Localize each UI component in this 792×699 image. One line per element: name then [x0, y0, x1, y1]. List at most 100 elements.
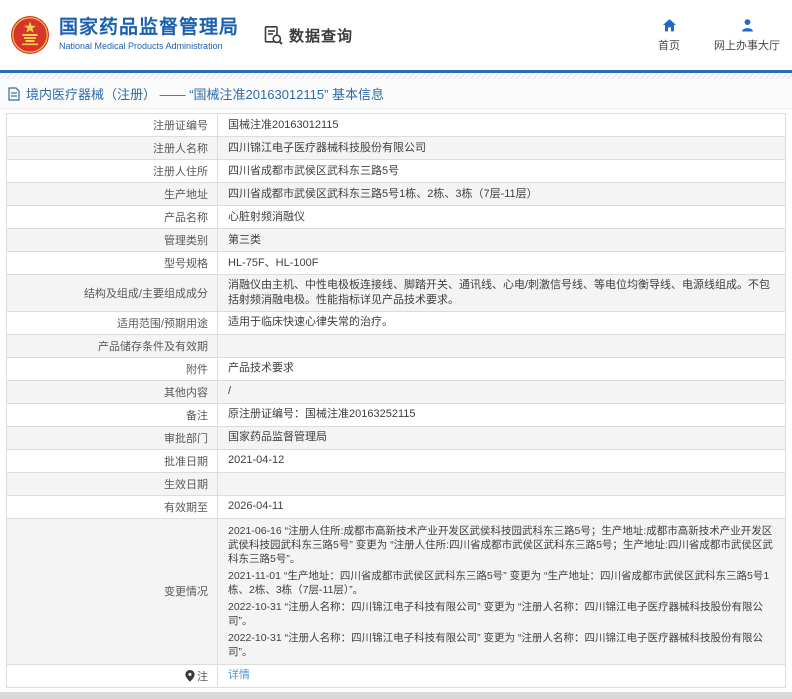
row-value: / [218, 381, 785, 403]
row-value [218, 473, 785, 495]
change-entry: 2022-10-31 “注册人名称：四川锦江电子科技有限公司” 变更为 “注册人… [228, 600, 777, 628]
document-icon [8, 87, 20, 101]
nav-service-hall[interactable]: 网上办事大厅 [714, 18, 780, 53]
row-value: 原注册证编号：国械注准20163252115 [218, 404, 785, 426]
table-row: 产品名称心脏射频消融仪 [7, 205, 785, 228]
row-label-text: 型号规格 [164, 255, 208, 271]
person-icon [740, 18, 755, 33]
table-row: 审批部门国家药品监督管理局 [7, 426, 785, 449]
row-value: 2026-04-11 [218, 496, 785, 518]
table-row: 注册证编号国械注准20163012115 [7, 114, 785, 136]
row-label-text: 注册人住所 [153, 163, 208, 179]
agency-subtitle: National Medical Products Administration [59, 42, 239, 52]
row-label-text: 备注 [186, 407, 208, 423]
row-label: 结构及组成/主要组成成分 [7, 275, 218, 311]
table-row: 生产地址四川省成都市武侯区武科东三路5号1栋、2栋、3栋（7层-11层） [7, 182, 785, 205]
row-label-text: 附件 [186, 361, 208, 377]
row-value [218, 335, 785, 357]
table-row: 其他内容 / [7, 380, 785, 403]
nav-home[interactable]: 首页 [658, 18, 680, 53]
row-label-text: 有效期至 [164, 499, 208, 515]
row-label-text: 批准日期 [164, 453, 208, 469]
row-label: 产品储存条件及有效期 [7, 335, 218, 357]
agency-text: 国家药品监督管理局 National Medical Products Admi… [59, 18, 239, 52]
row-value: 2021-06-16 “注册人住所:成都市高新技术产业开发区武侯科技园武科东三路… [218, 519, 785, 664]
row-label: 注册证编号 [7, 114, 218, 136]
nav-service-hall-label: 网上办事大厅 [714, 37, 780, 53]
table-row: 管理类别第三类 [7, 228, 785, 251]
row-value: 详情 [218, 665, 785, 687]
row-label-text: 产品储存条件及有效期 [98, 338, 208, 354]
row-label: 附件 [7, 358, 218, 380]
data-query-label: 数据查询 [289, 25, 353, 46]
change-entry: 2021-06-16 “注册人住所:成都市高新技术产业开发区武侯科技园武科东三路… [228, 524, 777, 566]
table-row: 变更情况 2021-06-16 “注册人住所:成都市高新技术产业开发区武侯科技园武… [7, 518, 785, 664]
row-label: 审批部门 [7, 427, 218, 449]
row-label: 注册人名称 [7, 137, 218, 159]
row-label: 生产地址 [7, 183, 218, 205]
table-row: 注 详情 [7, 664, 785, 687]
details-link[interactable]: 详情 [228, 668, 250, 683]
table-row: 附件产品技术要求 [7, 357, 785, 380]
row-label: 注册人住所 [7, 160, 218, 182]
row-value: 四川锦江电子医疗器械科技股份有限公司 [218, 137, 785, 159]
row-value: 四川省成都市武侯区武科东三路5号1栋、2栋、3栋（7层-11层） [218, 183, 785, 205]
home-icon [662, 18, 677, 33]
data-query-section[interactable]: 数据查询 [263, 25, 353, 46]
row-label: 适用范围/预期用途 [7, 312, 218, 334]
row-label: 变更情况 [7, 519, 218, 664]
table-row: 注册人住所四川省成都市武侯区武科东三路5号 [7, 159, 785, 182]
row-value: 消融仪由主机、中性电极板连接线、脚踏开关、通讯线、心电/刺激信号线、等电位均衡导… [218, 275, 785, 311]
site-header: 国家药品监督管理局 National Medical Products Admi… [0, 0, 792, 70]
table-row: 结构及组成/主要组成成分消融仪由主机、中性电极板连接线、脚踏开关、通讯线、心电/… [7, 274, 785, 311]
table-row: 产品储存条件及有效期 [7, 334, 785, 357]
document-search-icon [263, 25, 284, 46]
change-entry: 2022-10-31 “注册人名称：四川锦江电子科技有限公司” 变更为 “注册人… [228, 631, 777, 659]
row-label: 其他内容 [7, 381, 218, 403]
national-emblem-icon [10, 15, 50, 55]
row-label-text: 审批部门 [164, 430, 208, 446]
agency-title: 国家药品监督管理局 [59, 18, 239, 39]
change-entry: 2021-11-01 “生产地址：四川省成都市武侯区武科东三路5号” 变更为 “… [228, 569, 777, 597]
row-value: 适用于临床快速心律失常的治疗。 [218, 312, 785, 334]
row-label: 型号规格 [7, 252, 218, 274]
row-value: 国家药品监督管理局 [218, 427, 785, 449]
row-value: 产品技术要求 [218, 358, 785, 380]
row-label: 产品名称 [7, 206, 218, 228]
row-value: 第三类 [218, 229, 785, 251]
table-row: 注册人名称四川锦江电子医疗器械科技股份有限公司 [7, 136, 785, 159]
row-label: 批准日期 [7, 450, 218, 472]
table-row: 批准日期 2021-04-12 [7, 449, 785, 472]
footer-divider [0, 692, 792, 699]
row-value: 心脏射频消融仪 [218, 206, 785, 228]
row-label: 生效日期 [7, 473, 218, 495]
row-label-text: 注册证编号 [153, 117, 208, 133]
page-title: 境内医疗器械（注册） —— “国械注准20163012115” 基本信息 [26, 84, 384, 103]
agency-logo-block[interactable]: 国家药品监督管理局 National Medical Products Admi… [10, 15, 239, 55]
row-label-text: 变更情况 [164, 583, 208, 599]
row-value: 四川省成都市武侯区武科东三路5号 [218, 160, 785, 182]
row-label: 备注 [7, 404, 218, 426]
nav-home-label: 首页 [658, 37, 680, 53]
detail-table: 注册证编号国械注准20163012115注册人名称四川锦江电子医疗器械科技股份有… [6, 113, 786, 688]
row-label-text: 生产地址 [164, 186, 208, 202]
table-row: 型号规格 HL-75F、HL-100F [7, 251, 785, 274]
row-value: HL-75F、HL-100F [218, 252, 785, 274]
row-label-text: 注册人名称 [153, 140, 208, 156]
row-label-text: 结构及组成/主要组成成分 [84, 285, 208, 301]
row-label: 管理类别 [7, 229, 218, 251]
row-label-text: 适用范围/预期用途 [117, 315, 208, 331]
row-label: 注 [7, 665, 218, 687]
row-label-text: 管理类别 [164, 232, 208, 248]
table-row: 适用范围/预期用途适用于临床快速心律失常的治疗。 [7, 311, 785, 334]
row-value: 国械注准20163012115 [218, 114, 785, 136]
pin-icon [185, 670, 195, 682]
row-label-text: 生效日期 [164, 476, 208, 492]
table-row: 生效日期 [7, 472, 785, 495]
row-label-text: 产品名称 [164, 209, 208, 225]
row-label-text: 其他内容 [164, 384, 208, 400]
table-row: 备注原注册证编号：国械注准20163252115 [7, 403, 785, 426]
row-label-text: 注 [197, 668, 208, 684]
breadcrumb: 境内医疗器械（注册） —— “国械注准20163012115” 基本信息 [0, 79, 792, 109]
row-value: 2021-04-12 [218, 450, 785, 472]
